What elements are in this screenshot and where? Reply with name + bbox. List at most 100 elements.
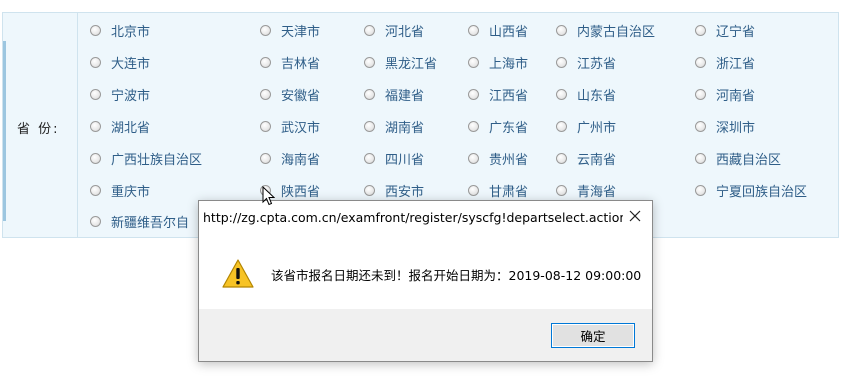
province-option[interactable]: 浙江省 (695, 52, 755, 72)
radio-button[interactable] (468, 88, 479, 100)
province-option[interactable]: 安徽省 (260, 84, 320, 104)
province-option[interactable]: 吉林省 (260, 52, 320, 72)
radio-button[interactable] (90, 24, 101, 36)
radio-button[interactable] (364, 88, 375, 100)
province-option[interactable]: 北京市 (90, 20, 150, 40)
province-option[interactable]: 湖南省 (364, 116, 424, 136)
province-option[interactable]: 天津市 (260, 20, 320, 40)
label-cell: 省 份: (3, 13, 78, 237)
province-option-label: 安徽省 (281, 88, 321, 104)
radio-button[interactable] (468, 184, 479, 196)
radio-button[interactable] (90, 120, 101, 132)
radio-button[interactable] (260, 56, 271, 68)
radio-button[interactable] (695, 24, 706, 36)
province-option-label: 湖南省 (385, 120, 425, 136)
province-option-label: 西安市 (385, 184, 425, 200)
province-option[interactable]: 广州市 (556, 116, 616, 136)
radio-button[interactable] (695, 152, 706, 164)
province-option-label: 山西省 (489, 24, 529, 40)
radio-button[interactable] (260, 88, 271, 100)
province-option-label: 上海市 (489, 56, 529, 72)
province-option[interactable]: 青海省 (556, 180, 616, 200)
close-icon[interactable] (626, 207, 644, 225)
province-option[interactable]: 西安市 (364, 180, 424, 200)
ok-button[interactable]: 确定 (551, 323, 635, 348)
province-option[interactable]: 江苏省 (556, 52, 616, 72)
radio-button[interactable] (90, 88, 101, 100)
province-option-label: 贵州省 (489, 152, 529, 168)
radio-button[interactable] (364, 120, 375, 132)
province-option-label: 江苏省 (577, 56, 617, 72)
province-option-label: 重庆市 (111, 184, 151, 200)
province-option[interactable]: 宁夏回族自治区 (695, 180, 807, 200)
radio-button[interactable] (90, 152, 101, 164)
province-option-label: 河北省 (385, 24, 425, 40)
radio-button[interactable] (695, 184, 706, 196)
province-option[interactable]: 西藏自治区 (695, 148, 781, 168)
radio-button[interactable] (695, 56, 706, 68)
province-option[interactable]: 武汉市 (260, 116, 320, 136)
dialog-title: http://zg.cpta.com.cn/examfront/register… (203, 210, 623, 225)
radio-button[interactable] (556, 24, 567, 36)
radio-button[interactable] (468, 152, 479, 164)
radio-button[interactable] (260, 120, 271, 132)
province-option[interactable]: 湖北省 (90, 116, 150, 136)
province-option[interactable]: 四川省 (364, 148, 424, 168)
radio-button[interactable] (260, 24, 271, 36)
province-option[interactable]: 黑龙江省 (364, 52, 437, 72)
radio-button[interactable] (556, 56, 567, 68)
radio-button[interactable] (364, 184, 375, 196)
province-option-label: 浙江省 (716, 56, 756, 72)
province-option[interactable]: 河北省 (364, 20, 424, 40)
radio-button[interactable] (364, 56, 375, 68)
province-option[interactable]: 大连市 (90, 52, 150, 72)
province-option-label: 广州市 (577, 120, 617, 136)
province-option[interactable]: 重庆市 (90, 180, 150, 200)
province-option[interactable]: 福建省 (364, 84, 424, 104)
radio-button[interactable] (695, 88, 706, 100)
province-option[interactable]: 江西省 (468, 84, 528, 104)
province-option[interactable]: 上海市 (468, 52, 528, 72)
province-option-label: 武汉市 (281, 120, 321, 136)
province-option-label: 宁波市 (111, 88, 151, 104)
province-option[interactable]: 山西省 (468, 20, 528, 40)
province-option[interactable]: 河南省 (695, 84, 755, 104)
radio-button[interactable] (556, 152, 567, 164)
radio-button[interactable] (364, 152, 375, 164)
province-option[interactable]: 宁波市 (90, 84, 150, 104)
province-option[interactable]: 内蒙古自治区 (556, 20, 655, 40)
province-option-label: 新疆维吾尔自 (111, 215, 190, 231)
province-option-label: 黑龙江省 (385, 56, 438, 72)
province-option[interactable]: 广西壮族自治区 (90, 148, 202, 168)
province-option[interactable]: 广东省 (468, 116, 528, 136)
radio-button[interactable] (364, 24, 375, 36)
radio-button[interactable] (695, 120, 706, 132)
radio-button[interactable] (468, 24, 479, 36)
province-option[interactable]: 辽宁省 (695, 20, 755, 40)
province-option-label: 福建省 (385, 88, 425, 104)
province-option-label: 四川省 (385, 152, 425, 168)
province-option[interactable]: 贵州省 (468, 148, 528, 168)
dialog-message: 该省市报名日期还未到！报名开始日期为：2019-08-12 09:00:00 (271, 268, 642, 283)
province-option[interactable]: 山东省 (556, 84, 616, 104)
radio-button[interactable] (90, 56, 101, 68)
province-option-label: 内蒙古自治区 (577, 24, 656, 40)
radio-button[interactable] (556, 120, 567, 132)
province-option[interactable]: 云南省 (556, 148, 616, 168)
radio-button[interactable] (468, 56, 479, 68)
radio-button[interactable] (556, 88, 567, 100)
province-option-label: 西藏自治区 (716, 152, 782, 168)
province-option-label: 河南省 (716, 88, 756, 104)
radio-button[interactable] (90, 184, 101, 196)
mouse-pointer-icon (262, 185, 276, 210)
radio-button[interactable] (260, 152, 271, 164)
province-option-label: 云南省 (577, 152, 617, 168)
radio-button[interactable] (468, 120, 479, 132)
radio-button[interactable] (556, 184, 567, 196)
radio-button[interactable] (90, 215, 101, 227)
province-option-label: 江西省 (489, 88, 529, 104)
province-option[interactable]: 新疆维吾尔自 (90, 211, 189, 231)
province-option[interactable]: 深圳市 (695, 116, 755, 136)
province-option[interactable]: 甘肃省 (468, 180, 528, 200)
province-option[interactable]: 海南省 (260, 148, 320, 168)
